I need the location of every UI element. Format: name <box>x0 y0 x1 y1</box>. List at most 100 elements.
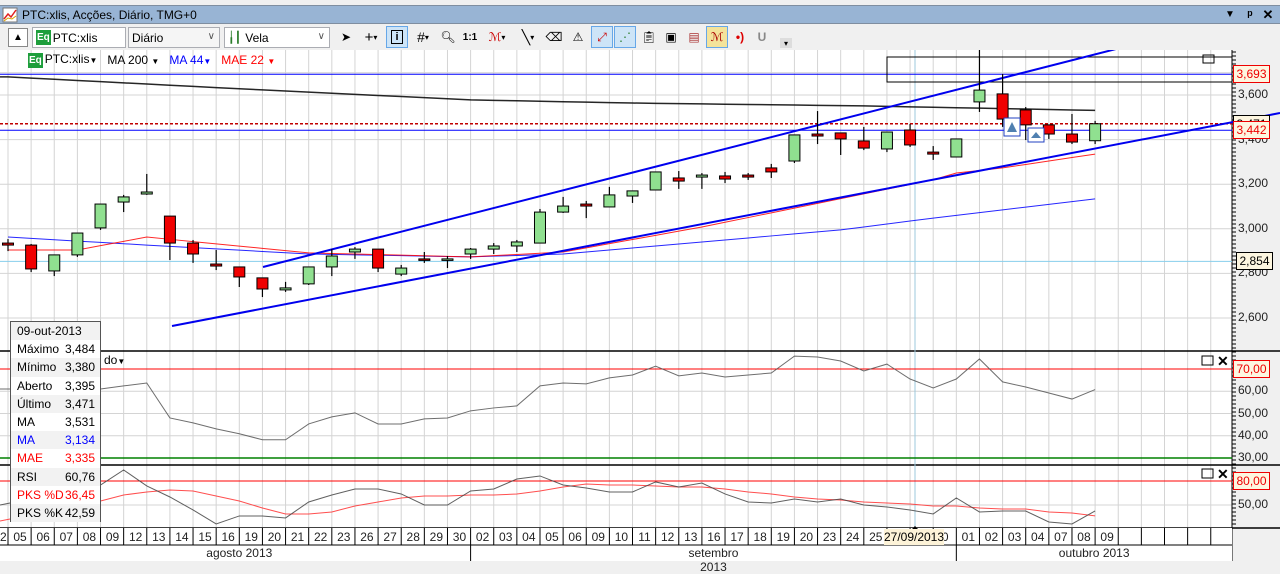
info-value: 3,531 <box>65 415 96 430</box>
cursor-arrow-icon[interactable]: ➤ <box>338 26 354 48</box>
info-date: 09-out-2013 <box>11 322 100 341</box>
zoom-icon[interactable]: 🔍︎ <box>440 26 456 48</box>
stoch-upper-label: 80,00 <box>1233 472 1270 490</box>
chevron-down-icon: ∨ <box>317 31 325 42</box>
upper-line-price-label: 3,693 <box>1233 65 1270 84</box>
chart-canvas[interactable]: ✕✕ <box>0 50 1280 561</box>
legend-symbol[interactable]: Eq PTC:xlis▼ <box>28 52 97 68</box>
candle-body <box>117 196 130 203</box>
date-label: 05 <box>13 530 27 544</box>
candle-body <box>464 248 477 255</box>
candle-body <box>765 167 778 173</box>
save-chart-icon[interactable]: ▤ <box>684 26 704 48</box>
date-label: 11 <box>638 530 651 544</box>
signal-icon[interactable]: •) <box>731 26 749 48</box>
candle-body <box>880 131 893 150</box>
alert-icon[interactable]: ⚠︎ <box>568 26 588 48</box>
date-label: 07 <box>59 530 73 544</box>
date-label: 12 <box>660 530 675 544</box>
legend-mae22-label: MAE 22 <box>221 53 264 67</box>
eraser-icon[interactable]: ⌫ <box>545 26 563 48</box>
caret-down-icon: ▼ <box>89 56 98 65</box>
collapse-button[interactable]: ▲ <box>8 28 28 47</box>
info-row: Máximo 3,484 <box>11 340 100 358</box>
candle-body <box>557 205 570 213</box>
wave-highlight-icon[interactable]: ℳ <box>706 26 728 48</box>
rsi-upper-label: 70,00 <box>1233 360 1270 378</box>
cursor-price-label: 2,854 <box>1236 252 1273 271</box>
candle-body <box>210 263 223 267</box>
candle-body <box>742 174 755 178</box>
template-icon[interactable]: 📋︎ <box>639 26 659 48</box>
date-label: 06 <box>36 530 50 544</box>
legend-ma44[interactable]: MA 44▼ <box>169 53 211 67</box>
info-label: PKS %K <box>17 505 64 520</box>
candle-body <box>348 248 361 253</box>
candle-body <box>163 215 176 244</box>
crosshair-icon[interactable]: + ▾ <box>358 26 384 48</box>
close-icon[interactable]: ✕ <box>1260 7 1276 23</box>
candle-body <box>950 138 963 158</box>
close-panel-icon: ✕ <box>1217 353 1229 369</box>
period-select[interactable]: Diário ∨ <box>128 27 220 48</box>
date-label: 09 <box>105 530 120 544</box>
candle-body <box>672 177 685 182</box>
date-label: 20 <box>267 530 282 544</box>
data-window: 09-out-2013 Máximo 3,484 Mínimo 3,380 Aberto… <box>10 321 101 523</box>
month-label: agosto 2013 <box>206 546 273 560</box>
month-label: outubro 2013 <box>1058 546 1130 560</box>
info-row: PKS %D 36,45 <box>11 486 100 504</box>
date-label: 20 <box>799 530 814 544</box>
triangle-up-icon: ▲ <box>13 32 23 43</box>
date-label: 09 <box>591 530 605 544</box>
symbol-input[interactable]: Eq PTC:xlis <box>32 27 126 48</box>
rsi-panel-label[interactable]: do▼ <box>104 353 125 367</box>
line-tool-icon[interactable]: ╲ ▾ <box>514 26 542 48</box>
info-value: 3,134 <box>65 433 96 448</box>
dropdown-icon[interactable]: ▼ <box>1222 9 1238 20</box>
candle-body <box>510 241 523 247</box>
chart-type-select[interactable]: ╽┃ Vela ∨ <box>224 27 330 48</box>
candle-body <box>372 248 385 269</box>
legend-mae22[interactable]: MAE 22 ▼ <box>221 53 275 67</box>
lower-line-price-label: 3,442 <box>1233 121 1270 140</box>
date-label: 19 <box>776 530 790 544</box>
grid-icon[interactable]: # ▾ <box>410 26 436 48</box>
indicator-wave-icon[interactable]: ℳ ▾ <box>484 26 510 48</box>
legend-ma200[interactable]: MA 200 ▼ <box>107 53 159 67</box>
date-label: 05 <box>545 530 559 544</box>
period-value: Diário <box>132 30 164 45</box>
candle-body <box>973 89 986 103</box>
candle-body <box>71 232 84 256</box>
info-label: MA <box>17 415 35 430</box>
one-to-one-icon[interactable]: 1:1 <box>461 26 479 48</box>
trendline-icon[interactable]: ⤢ <box>591 26 613 48</box>
date-label: 29 <box>429 530 443 544</box>
rsi-tick-label: 50,00 <box>1238 405 1269 420</box>
caret-down-icon: ▼ <box>267 57 276 66</box>
candle-body <box>811 133 824 137</box>
window-title-bar: PTC:xlis, Acções, Diário, TMG+0 ▼ ᵖ ✕ <box>0 5 1280 24</box>
info-icon[interactable]: i <box>386 26 408 48</box>
date-label: 18 <box>753 530 767 544</box>
candle-icon: ╽┃ <box>228 32 242 44</box>
candle-body <box>1089 123 1102 142</box>
chevron-down-icon: ∨ <box>207 31 215 42</box>
stoch-tick-label: 50,00 <box>1238 497 1269 511</box>
rsi-tick-label: 40,00 <box>1238 427 1269 442</box>
info-value: 36,45 <box>65 487 96 502</box>
date-label: 23 <box>822 530 837 544</box>
overflow-icon[interactable]: ▾ <box>780 38 792 48</box>
date-label: 08 <box>82 530 97 544</box>
date-label: 06 <box>568 530 582 544</box>
pin-icon[interactable]: ᵖ <box>1242 7 1258 22</box>
date-label: 03 <box>499 530 513 544</box>
price-tick-label: 3,200 <box>1238 176 1269 191</box>
date-label: 02 <box>984 530 999 544</box>
candle-body <box>834 132 847 140</box>
magnet-icon[interactable]: U <box>753 26 771 48</box>
auto-trend-icon[interactable]: ⋰ <box>614 26 636 48</box>
copy-chart-icon[interactable]: ▣ <box>661 26 681 48</box>
date-label: 16 <box>707 530 721 544</box>
window-title: PTC:xlis, Acções, Diário, TMG+0 <box>22 8 197 22</box>
